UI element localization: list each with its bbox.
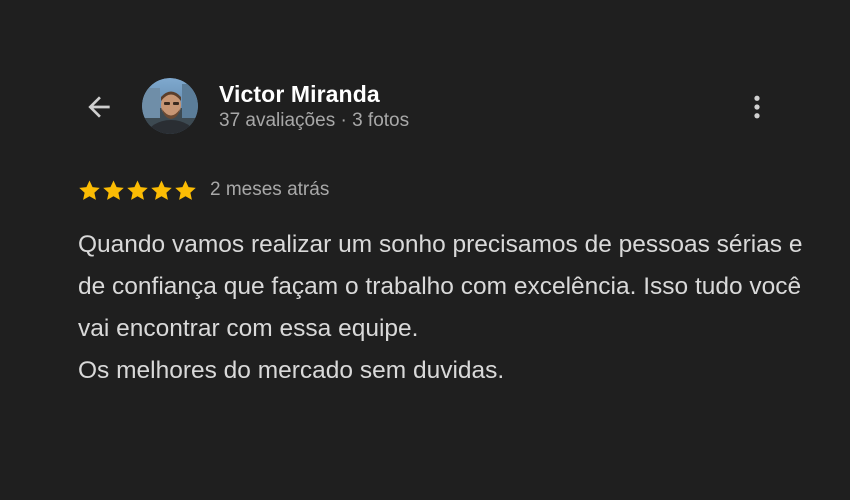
arrow-back-icon xyxy=(88,96,110,118)
avatar[interactable] xyxy=(142,78,198,134)
author-info[interactable]: Victor Miranda 37 avaliações · 3 fotos xyxy=(219,80,409,133)
author-meta: 37 avaliações · 3 fotos xyxy=(219,110,410,131)
review-paragraph: Quando vamos realizar um sonho precisamo… xyxy=(78,231,803,342)
review-date: 2 meses atrás xyxy=(210,179,330,200)
star-icon xyxy=(175,180,196,200)
star-icon xyxy=(127,180,148,200)
star-icon xyxy=(103,180,124,200)
review-text: Quando vamos realizar um sonho precisamo… xyxy=(78,224,818,392)
review-header: Victor Miranda 37 avaliações · 3 fotos xyxy=(0,0,850,180)
user-avatar-photo xyxy=(142,78,198,134)
more-vert-icon xyxy=(754,95,760,119)
more-options-button[interactable] xyxy=(736,86,778,128)
author-name[interactable]: Victor Miranda xyxy=(219,80,409,108)
star-rating xyxy=(78,179,197,202)
back-button[interactable] xyxy=(78,86,120,128)
star-icon xyxy=(79,180,100,200)
star-icon xyxy=(151,180,172,200)
review-paragraph: Os melhores do mercado sem duvidas. xyxy=(78,357,505,384)
rating-row: 2 meses atrás xyxy=(78,176,329,204)
